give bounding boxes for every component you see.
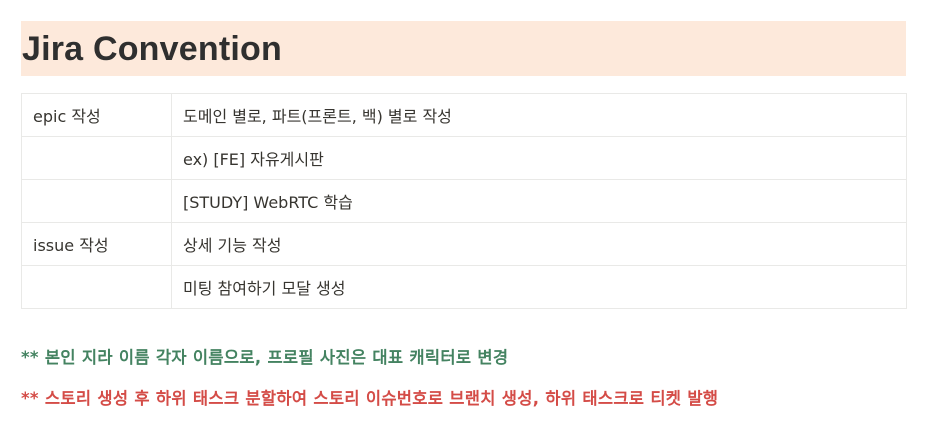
profile-naming-note: ** 본인 지라 이름 각자 이름으로, 프로필 사진은 대표 캐릭터로 변경 [21, 348, 509, 367]
table-row: 미팅 참여하기 모달 생성 [21, 265, 907, 309]
table-cell-category [21, 136, 172, 180]
table-cell-category [21, 179, 172, 223]
convention-table: epic 작성 도메인 별로, 파트(프론트, 백) 별로 작성 ex) [FE… [21, 93, 907, 309]
table-cell-description: [STUDY] WebRTC 학습 [171, 179, 907, 223]
table-cell-description: ex) [FE] 자유게시판 [171, 136, 907, 180]
table-cell-description: 미팅 참여하기 모달 생성 [171, 265, 907, 309]
title-banner: Jira Convention [21, 21, 906, 76]
document-page: Jira Convention epic 작성 도메인 별로, 파트(프론트, … [21, 21, 907, 408]
table-cell-category [21, 265, 172, 309]
table-row: epic 작성 도메인 별로, 파트(프론트, 백) 별로 작성 [21, 93, 907, 137]
page-title: Jira Convention [22, 29, 282, 68]
table-row: [STUDY] WebRTC 학습 [21, 179, 907, 223]
table-row: ex) [FE] 자유게시판 [21, 136, 907, 180]
table-cell-category: epic 작성 [21, 93, 172, 137]
table-cell-description: 상세 기능 작성 [171, 222, 907, 266]
table-cell-description: 도메인 별로, 파트(프론트, 백) 별로 작성 [171, 93, 907, 137]
story-branch-note: ** 스토리 생성 후 하위 태스크 분할하여 스토리 이슈번호로 브랜치 생성… [21, 389, 719, 408]
table-row: issue 작성 상세 기능 작성 [21, 222, 907, 266]
table-cell-category: issue 작성 [21, 222, 172, 266]
